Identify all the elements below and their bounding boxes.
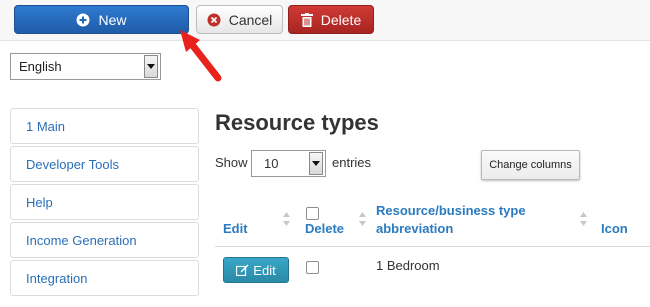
plus-circle-icon: [76, 13, 90, 27]
sidebar-item-developer-tools[interactable]: Developer Tools: [10, 146, 199, 182]
show-label: Show: [215, 155, 248, 170]
chevron-down-icon[interactable]: [309, 152, 323, 175]
toolbar: New Cancel Delete: [0, 0, 650, 41]
table-cell-abbreviation: 1 Bedroom: [376, 258, 440, 273]
sidebar-item-integration[interactable]: Integration: [10, 260, 199, 296]
sidebar-item-label: 1 Main: [26, 118, 66, 134]
new-button-label: New: [98, 11, 127, 28]
entries-per-page-select[interactable]: 10: [251, 150, 326, 177]
edit-row-button[interactable]: Edit: [223, 257, 289, 283]
table-header-divider: [215, 246, 650, 247]
annotation-arrow-icon: [180, 30, 222, 82]
column-header-edit[interactable]: Edit: [223, 220, 248, 238]
column-header-abbreviation-line2[interactable]: abbreviation: [376, 220, 453, 238]
change-columns-label: Change columns: [489, 159, 572, 171]
edit-icon: [236, 264, 249, 276]
page-title: Resource types: [215, 110, 379, 135]
entries-label: entries: [332, 155, 372, 170]
language-select[interactable]: English: [10, 53, 161, 80]
entries-per-page-value: 10: [264, 156, 279, 171]
sidebar-item-income-generation[interactable]: Income Generation: [10, 222, 199, 258]
column-header-icon[interactable]: Icon: [601, 220, 628, 238]
edit-row-button-label: Edit: [253, 262, 276, 278]
cancel-circle-icon: [207, 13, 221, 27]
sidebar-item-help[interactable]: Help: [10, 184, 199, 220]
sidebar: 1 Main Developer Tools Help Income Gener…: [10, 108, 199, 298]
sidebar-item-label: Integration: [26, 270, 88, 286]
sidebar-item-label: Developer Tools: [26, 156, 119, 172]
column-header-delete[interactable]: Delete: [305, 220, 344, 238]
sort-icon[interactable]: [359, 212, 366, 226]
language-select-value: English: [19, 59, 62, 74]
sort-icon[interactable]: [283, 212, 290, 226]
sidebar-item-label: Income Generation: [26, 232, 137, 248]
sidebar-item-1-main[interactable]: 1 Main: [10, 108, 199, 144]
select-all-checkbox[interactable]: [306, 207, 319, 220]
cancel-button-label: Cancel: [228, 11, 273, 28]
trash-icon: [300, 12, 313, 27]
chevron-down-icon[interactable]: [144, 55, 158, 78]
new-button[interactable]: New: [14, 5, 189, 34]
delete-button-label: Delete: [320, 11, 362, 28]
delete-button[interactable]: Delete: [288, 5, 374, 34]
row-delete-checkbox[interactable]: [306, 261, 319, 274]
change-columns-button[interactable]: Change columns: [481, 150, 580, 180]
column-header-abbreviation-line1[interactable]: Resource/business type: [376, 202, 526, 220]
sort-icon[interactable]: [580, 212, 587, 226]
sidebar-item-label: Help: [26, 194, 53, 210]
